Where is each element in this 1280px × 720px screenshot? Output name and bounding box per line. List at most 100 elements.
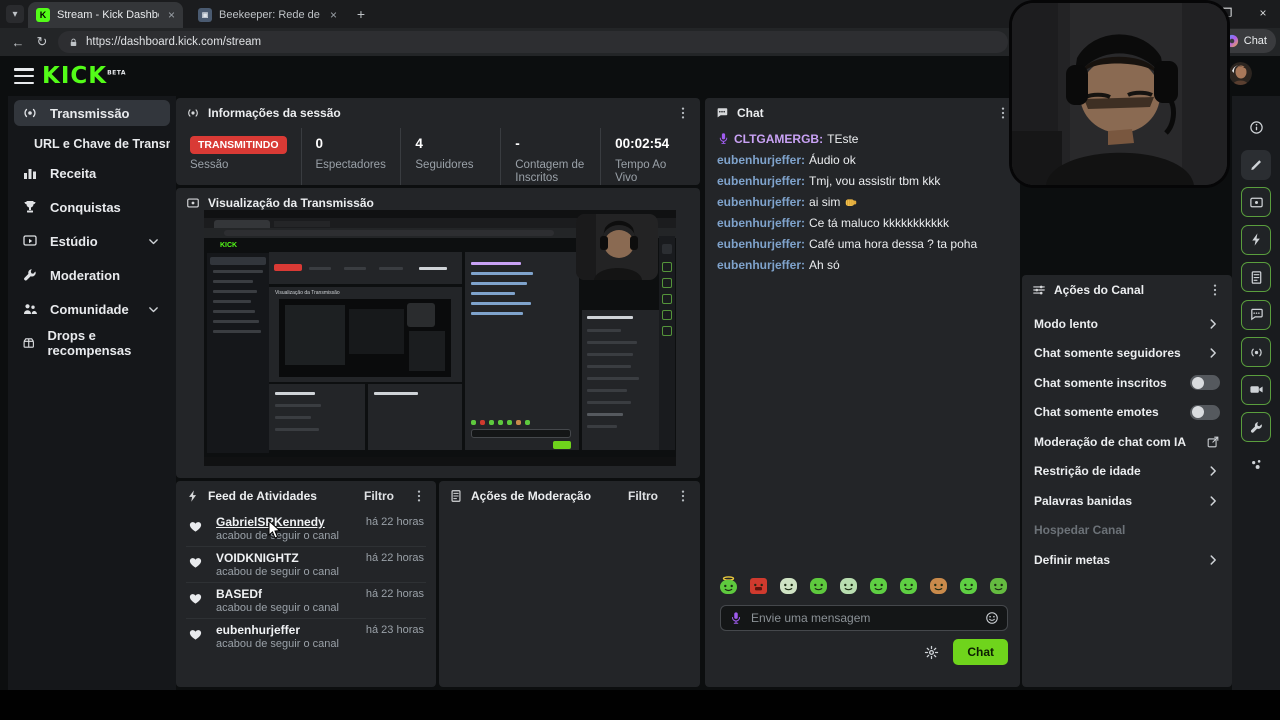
happy-blob-emote[interactable] [869,576,888,595]
chat-username[interactable]: eubenhurjeffer: [717,216,805,230]
activity-action: acabou de seguir o canal [216,566,339,578]
sidebar-item-est-dio[interactable]: Estúdio [14,228,170,254]
sick-blob-emote[interactable] [989,576,1008,595]
stat-label: Espectadores [315,159,386,171]
sidebar-item-transmiss-o[interactable]: Transmissão [14,100,170,126]
rail-broadcast-button[interactable] [1241,337,1271,367]
sidebar-item-drops-e-recompensas[interactable]: Drops e recompensas [14,328,170,358]
rage-block-emote[interactable] [749,576,768,595]
zombie-pale-emote[interactable] [779,576,798,595]
monkey-emote[interactable] [929,576,948,595]
rail-info-button[interactable] [1241,112,1271,142]
chat-message-input[interactable] [751,611,977,625]
chat-username[interactable]: eubenhurjeffer: [717,237,805,251]
tab-search-button[interactable]: ▾ [6,5,24,23]
toggle-switch[interactable] [1190,404,1220,420]
wrench-icon [1250,421,1262,433]
sidebar-item-receita[interactable]: Receita [14,160,170,186]
address-bar[interactable]: https://dashboard.kick.com/stream [58,31,1008,53]
activity-kebab-menu[interactable] [412,489,426,503]
browser-tab[interactable]: ▣ Beekeeper: Rede de Vingança (Du × [190,2,345,28]
tab-close-icon[interactable]: × [330,8,337,22]
laugh-blob-emote[interactable] [959,576,978,595]
sidebar-item-conquistas[interactable]: Conquistas [14,194,170,220]
menu-icon[interactable] [14,68,34,84]
moderation-filter-button[interactable]: Filtro [628,489,658,503]
session-info-panel: Informações da sessão TRANSMITINDO Sessão… [176,98,700,185]
stat-value: 4 [415,136,423,151]
sidebar-item-moderation[interactable]: Moderation [14,262,170,288]
chat-username[interactable]: eubenhurjeffer: [717,258,805,272]
sidebar-item-comunidade[interactable]: Comunidade [14,296,170,322]
chat-username[interactable]: eubenhurjeffer: [717,174,805,188]
emoji-picker-icon[interactable] [985,611,999,625]
screen-icon [186,196,200,210]
trophy-icon [24,201,36,213]
channel-action-definir-metas[interactable]: Definir metas [1022,545,1232,575]
moderation-kebab-menu[interactable] [676,489,690,503]
channel-action-modera-o-de-chat-com-ia[interactable]: Moderação de chat com IA [1022,427,1232,457]
rail-people-dots-button[interactable] [1241,450,1271,480]
chat-send-button[interactable]: Chat [953,639,1008,665]
kick-logo[interactable]: KICKBETA [42,63,126,89]
session-stat: - Contagem de Inscritos [500,128,600,185]
chat-username[interactable]: eubenhurjeffer: [717,153,805,167]
channel-action-chat-somente-inscritos[interactable]: Chat somente inscritos [1022,368,1232,398]
sidebar-item-url-e-chave-de-transmiss-o[interactable]: URL e Chave de Transmissão [14,134,170,154]
stat-label: Seguidores [415,159,474,171]
activity-item[interactable]: VOIDKNIGHTZ acabou de seguir o canal há 22… [186,547,426,583]
heart-icon [189,630,202,640]
user-avatar[interactable] [1229,62,1252,85]
channel-actions-kebab-menu[interactable] [1208,283,1222,297]
bolt-icon [1251,233,1260,246]
toggle-switch[interactable] [1190,375,1220,391]
back-button[interactable]: ← [8,32,28,52]
chat-kebab-menu[interactable] [996,106,1010,120]
channel-action-palavras-banidas[interactable]: Palavras banidas [1022,486,1232,516]
smile-blob-emote[interactable] [899,576,918,595]
chat-settings-gear-icon[interactable] [924,645,939,660]
chevR-icon [1210,496,1216,506]
rail-camera-button[interactable] [1241,374,1271,405]
mic-icon[interactable] [729,611,743,625]
refresh-button[interactable]: ↻ [32,32,52,52]
people-icon [24,304,37,314]
new-tab-button[interactable]: + [352,5,370,23]
activity-username[interactable]: VOIDKNIGHTZ [216,551,299,565]
camera-icon [1249,386,1263,393]
browser-tab[interactable]: K Stream - Kick Dashboard × [28,2,183,28]
rail-bubble-button[interactable] [1241,299,1271,330]
channel-action-chat-somente-seguidores[interactable]: Chat somente seguidores [1022,339,1232,369]
channel-action-chat-somente-emotes[interactable]: Chat somente emotes [1022,398,1232,428]
chevron-right-icon [1206,346,1220,360]
wrench-icon [24,269,36,281]
activity-item[interactable]: GabrielSRKennedyacabou de seguir o canal… [186,511,426,547]
activity-username[interactable]: BASEDf [216,587,262,601]
activity-username[interactable]: eubenhurjeffer [216,623,300,637]
tongue-pale-emote[interactable] [839,576,858,595]
chat-username[interactable]: eubenhurjeffer: [717,195,805,209]
activity-item[interactable]: eubenhurjeffer acabou de seguir o canal há… [186,619,426,655]
calm-blob-emote[interactable] [809,576,828,595]
panel-toggle-rail [1232,96,1280,690]
chevron-right-icon [1206,553,1220,567]
people-dots-icon [1251,460,1260,469]
halo-blob-emote[interactable] [719,576,738,595]
session-panel-title: Informações da sessão [208,106,341,120]
session-kebab-menu[interactable] [676,106,690,120]
chat-username[interactable]: CLTGAMERGB: [734,132,823,146]
activity-filter-button[interactable]: Filtro [364,489,394,503]
chat-message: CLTGAMERGB: TEste [717,128,1008,149]
rail-bolt-button[interactable] [1241,224,1271,255]
rail-screen-button[interactable] [1241,187,1271,217]
rail-wrench-button[interactable] [1241,412,1271,442]
close-window-button[interactable]: × [1252,4,1274,22]
channel-action-label: Modo lento [1034,316,1098,331]
url-text: https://dashboard.kick.com/stream [86,36,262,48]
channel-action-restri-o-de-idade[interactable]: Restrição de idade [1022,457,1232,487]
channel-action-modo-lento[interactable]: Modo lento [1022,309,1232,339]
activity-item[interactable]: BASEDf acabou de seguir o canal há 22 hora… [186,583,426,619]
rail-doc-button[interactable] [1241,262,1271,292]
tab-close-icon[interactable]: × [168,8,175,22]
rail-pencil-button[interactable] [1241,149,1271,180]
